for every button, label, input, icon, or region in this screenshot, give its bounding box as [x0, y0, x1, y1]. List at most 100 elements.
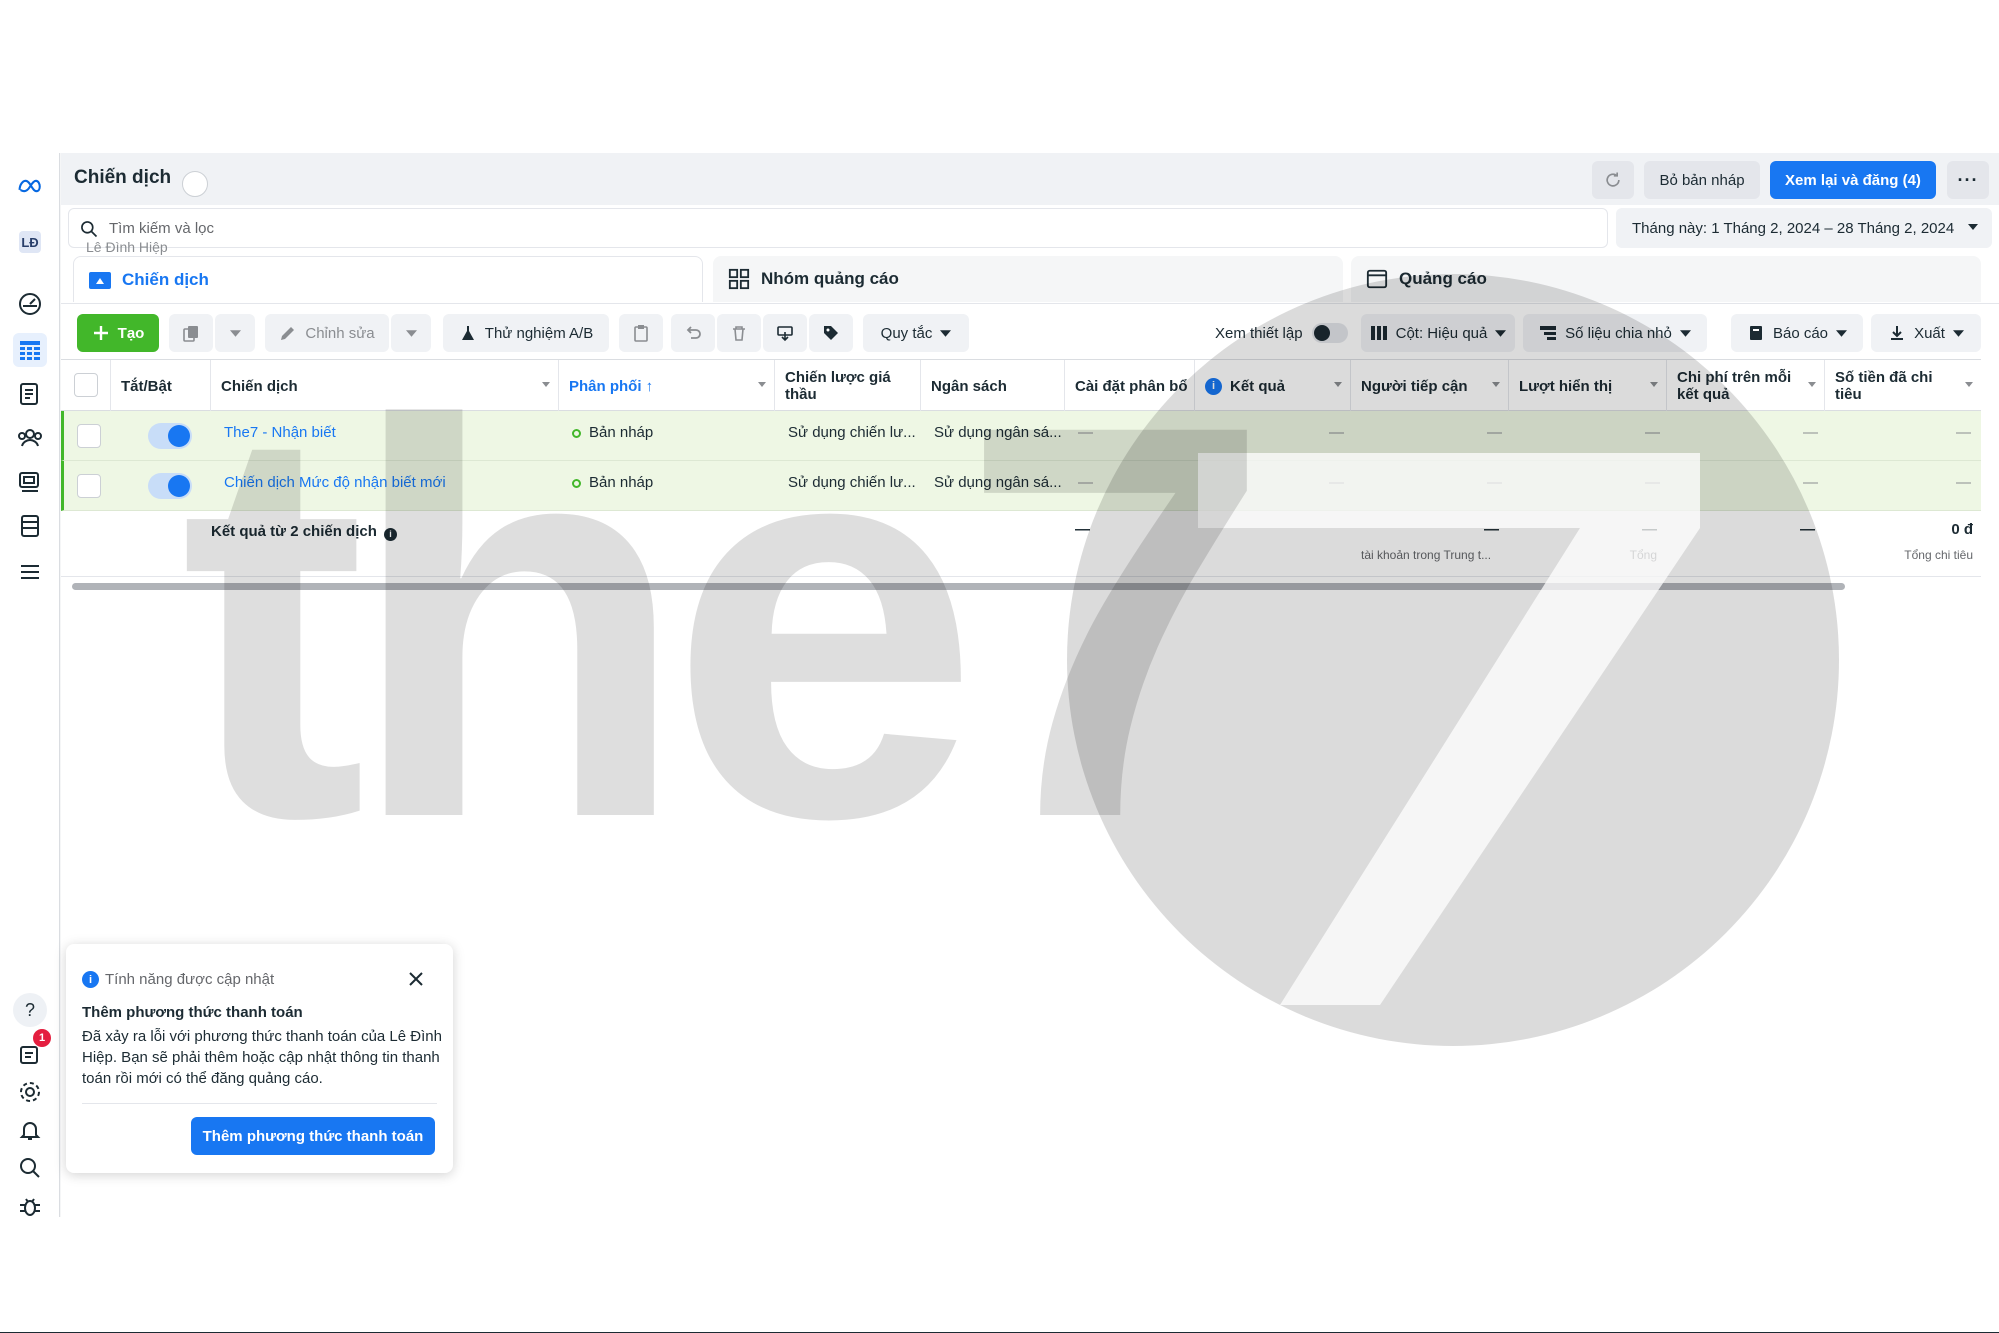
- review-publish-button[interactable]: Xem lại và đăng (4): [1770, 161, 1936, 199]
- account-avatar-icon[interactable]: LĐ: [13, 225, 47, 259]
- caret-down-icon: [229, 329, 241, 337]
- search-icon[interactable]: [13, 1151, 47, 1185]
- billing-icon[interactable]: [13, 509, 47, 543]
- rules-dropdown-button[interactable]: Quy tắc: [863, 314, 969, 352]
- column-header[interactable]: Chi phí trên mỗi kết quả: [1667, 360, 1825, 412]
- column-header[interactable]: Chiến dịch: [211, 360, 559, 412]
- ad-icon: [1365, 267, 1389, 291]
- column-header[interactable]: Người tiếp cận: [1351, 360, 1509, 412]
- campaign-name-link[interactable]: The7 - Nhận biết: [214, 411, 554, 461]
- row-checkbox[interactable]: [77, 474, 101, 498]
- chevron-down-icon: [1334, 382, 1342, 387]
- table-icon[interactable]: [13, 333, 47, 367]
- notification-count-badge: 1: [33, 1029, 51, 1047]
- pencil-icon: [281, 327, 295, 340]
- reach-cell: —: [1487, 474, 1502, 491]
- column-header[interactable]: Chiến lược giá thầu: [775, 360, 921, 412]
- column-header[interactable]: Số tiền đã chi tiêu: [1825, 360, 1981, 412]
- edit-label: Chỉnh sửa: [305, 324, 375, 342]
- delivery-label: Bản nháp: [589, 474, 654, 491]
- account-name-hint: Lê Đình Hiệp: [86, 239, 168, 255]
- undo-button[interactable]: [671, 314, 715, 352]
- info-icon: i: [82, 971, 99, 988]
- help-icon[interactable]: ?: [13, 993, 47, 1027]
- refresh-button[interactable]: [1592, 161, 1634, 199]
- tab-ad-sets[interactable]: Nhóm quảng cáo: [713, 256, 1343, 302]
- notifications-icon[interactable]: 1: [13, 1029, 51, 1071]
- archive-button[interactable]: [763, 314, 807, 352]
- view-setup-toggle[interactable]: [1312, 323, 1348, 343]
- add-payment-method-button[interactable]: Thêm phương thức thanh toán: [191, 1117, 435, 1155]
- delete-button[interactable]: [717, 314, 761, 352]
- bug-icon[interactable]: [13, 1189, 47, 1217]
- select-all-checkbox[interactable]: [74, 373, 98, 397]
- duplicate-dropdown-button[interactable]: [215, 314, 255, 352]
- tab-ad-sets-label: Nhóm quảng cáo: [761, 269, 899, 288]
- create-button[interactable]: Tạo: [77, 314, 159, 352]
- edit-button[interactable]: Chỉnh sửa: [265, 314, 389, 352]
- campaign-toggle[interactable]: [148, 473, 192, 499]
- horizontal-scrollbar[interactable]: [72, 583, 1845, 590]
- tab-ads[interactable]: Quảng cáo: [1351, 256, 1981, 302]
- row-checkbox[interactable]: [77, 424, 101, 448]
- undo-icon: [686, 326, 701, 339]
- summary-reach: —: [1484, 521, 1499, 538]
- info-icon[interactable]: i: [384, 527, 398, 541]
- settings-icon[interactable]: [13, 1075, 47, 1109]
- summary-impressions: —: [1642, 521, 1657, 538]
- archive-icon: [777, 326, 793, 342]
- chevron-down-icon: [1965, 382, 1973, 387]
- table-row[interactable]: The7 - Nhận biết Bản nháp Sử dụng chiến …: [61, 411, 1981, 461]
- duplicate-button[interactable]: [169, 314, 213, 352]
- impressions-cell: —: [1645, 474, 1660, 491]
- impressions-cell: —: [1645, 424, 1660, 441]
- column-header[interactable]: Lượt hiển thị: [1509, 360, 1667, 412]
- table-row[interactable]: Chiến dịch Mức độ nhận biết mới Bản nháp…: [61, 461, 1981, 511]
- svg-text:LĐ: LĐ: [21, 235, 38, 250]
- tab-campaigns[interactable]: Chiến dịch: [73, 256, 703, 302]
- search-input[interactable]: [109, 217, 1009, 239]
- tag-button[interactable]: [809, 314, 853, 352]
- columns-dropdown-button[interactable]: Cột: Hiệu quả: [1361, 314, 1515, 352]
- meta-logo-icon[interactable]: [13, 169, 47, 203]
- reports-dropdown-button[interactable]: Báo cáo: [1731, 314, 1863, 352]
- clipboard-button[interactable]: [619, 314, 663, 352]
- menu-icon[interactable]: [13, 555, 47, 589]
- column-header-label: Phân phối ↑: [569, 377, 654, 395]
- column-header[interactable]: Cài đặt phân bổ: [1065, 360, 1195, 412]
- popup-title: i Tính năng được cập nhật: [82, 971, 274, 988]
- campaign-toggle[interactable]: [148, 423, 192, 449]
- export-dropdown-button[interactable]: Xuất: [1871, 314, 1981, 352]
- date-range-picker[interactable]: Tháng này: 1 Tháng 2, 2024 – 28 Tháng 2,…: [1616, 208, 1992, 248]
- column-header[interactable]: Tắt/Bật: [111, 360, 211, 412]
- discard-draft-button[interactable]: Bỏ bản nháp: [1644, 161, 1760, 199]
- bell-icon[interactable]: [13, 1113, 47, 1147]
- left-nav-rail: LĐ ? 1: [0, 153, 60, 1217]
- status-dot-icon: [572, 479, 581, 488]
- edit-dropdown-button[interactable]: [391, 314, 431, 352]
- column-header[interactable]: Phân phối ↑: [559, 360, 775, 412]
- download-icon: [1891, 326, 1904, 340]
- campaign-name-link[interactable]: Chiến dịch Mức độ nhận biết mới: [214, 461, 554, 511]
- breakdown-dropdown-button[interactable]: Số liệu chia nhỏ: [1523, 314, 1707, 352]
- ab-test-button[interactable]: Thử nghiệm A/B: [443, 314, 609, 352]
- ad-pages-icon[interactable]: [13, 377, 47, 411]
- search-bar[interactable]: [68, 208, 1608, 248]
- popup-body: Đã xảy ra lỗi với phương thức thanh toán…: [82, 1028, 442, 1087]
- summary-impressions-sub: Tổng: [1629, 548, 1657, 562]
- close-icon[interactable]: [405, 968, 427, 990]
- summary-cost-per-result: —: [1800, 521, 1815, 538]
- tag-icon: [824, 326, 838, 340]
- results-cell: —: [1329, 474, 1344, 491]
- divider: [82, 1103, 437, 1104]
- dashboard-icon[interactable]: [13, 287, 47, 321]
- audience-icon[interactable]: [13, 421, 47, 455]
- column-header[interactable]: Ngân sách: [921, 360, 1065, 412]
- folder-icon: [88, 268, 112, 292]
- more-options-button[interactable]: ···: [1947, 161, 1989, 199]
- column-header[interactable]: i Kết quả: [1195, 360, 1351, 412]
- delivery-label: Bản nháp: [589, 424, 654, 441]
- view-setup-label: Xem thiết lập: [1215, 325, 1303, 342]
- create-label: Tạo: [117, 324, 145, 342]
- catalog-icon[interactable]: [13, 465, 47, 499]
